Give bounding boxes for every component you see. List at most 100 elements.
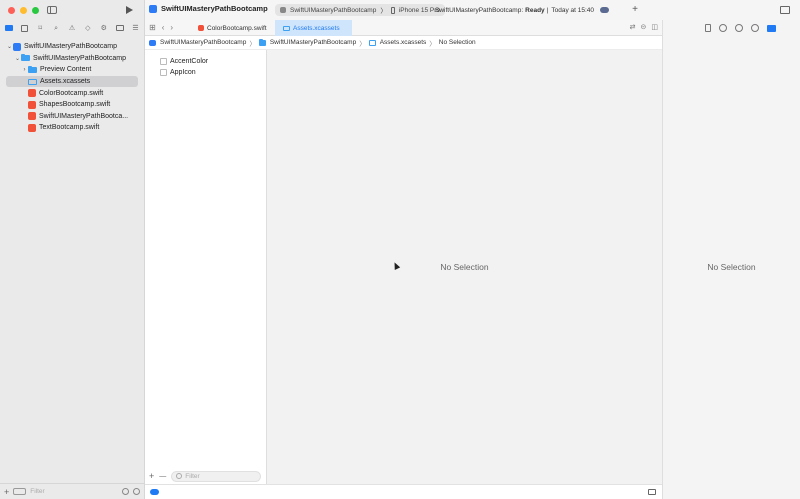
scheme-name: SwiftUIMasteryPathBootcamp	[290, 6, 377, 14]
inspector-toggle-icon[interactable]	[780, 5, 790, 14]
zoom-window-button[interactable]	[32, 7, 39, 14]
jump-item-assets[interactable]: Assets.xcassets	[380, 39, 427, 46]
debug-area-toggle-icon[interactable]	[150, 489, 159, 495]
project-title-label: SwiftUIMasteryPathBootcamp	[161, 4, 268, 13]
scheme-separator: 〉	[380, 8, 387, 15]
project-tree: ⌄ SwiftUIMasteryPathBootcamp ⌄ SwiftUIMa…	[0, 41, 144, 134]
jump-separator: 〉	[429, 40, 436, 48]
window-controls	[8, 7, 39, 14]
toolbar: SwiftUIMasteryPathBootcamp SwiftUIMaster…	[145, 0, 800, 20]
tree-item-file[interactable]: TextBootcamp.swift	[0, 122, 144, 134]
device-name[interactable]: iPhone 15 Pro	[399, 7, 440, 14]
forward-icon[interactable]: ›	[170, 23, 173, 32]
tree-item-label: Preview Content	[40, 66, 92, 74]
navigator-sidebar: ⌑ ⌕ ⚠ ◇ ⚙ ☰ ⌄ SwiftUIMasteryPathBootcamp…	[0, 0, 145, 499]
tree-item-label: SwiftUIMasteryPathBootcamp	[33, 54, 126, 62]
scheme-icon	[280, 7, 286, 13]
split-editor-icon[interactable]: ◫	[651, 23, 658, 31]
folder-icon	[28, 65, 37, 73]
chevron-down-icon[interactable]: ⌄	[6, 43, 13, 50]
tab-label: Assets.xcassets	[293, 24, 340, 32]
asset-item-app-icon[interactable]: AppIcon	[145, 67, 266, 77]
asset-filter-input[interactable]: Filter	[171, 470, 262, 482]
jump-item-group[interactable]: SwiftUIMasteryPathBootcamp	[270, 39, 356, 46]
tree-item-group[interactable]: ⌄ SwiftUIMasteryPathBootcamp	[0, 53, 144, 65]
tree-item-assets[interactable]: Assets.xcassets	[6, 75, 138, 88]
debug-navigator-icon[interactable]: ⚙	[99, 24, 108, 33]
identity-inspector-icon[interactable]	[751, 24, 759, 32]
jump-bar: SwiftUIMasteryPathBootcamp 〉 SwiftUIMast…	[145, 36, 662, 50]
inspector-empty-state: No Selection	[707, 262, 756, 272]
navigator-filter-input[interactable]: Filter	[30, 488, 118, 495]
test-navigator-icon[interactable]: ◇	[83, 24, 92, 33]
asset-catalog-icon	[283, 25, 290, 31]
attributes-inspector-icon[interactable]	[767, 24, 776, 32]
swift-file-icon	[28, 100, 36, 109]
close-window-button[interactable]	[8, 7, 15, 14]
chevron-down-icon[interactable]: ⌄	[14, 55, 21, 62]
tree-item-file[interactable]: ShapesBootcamp.swift	[0, 99, 144, 111]
help-inspector-icon[interactable]	[735, 24, 743, 32]
debug-layout-icon[interactable]	[648, 489, 656, 495]
add-file-button[interactable]: +	[4, 487, 9, 497]
chevron-right-icon[interactable]: ›	[21, 67, 28, 73]
tab-color-bootcamp[interactable]: ColorBootcamp.swift	[190, 20, 275, 36]
find-navigator-icon[interactable]: ⌕	[52, 24, 61, 33]
editor-tab-bar: ⊞ ‹ › ColorBootcamp.swift Assets.xcasset…	[145, 20, 662, 36]
minimize-window-button[interactable]	[20, 7, 27, 14]
tree-item-preview-content[interactable]: › Preview Content	[0, 64, 144, 76]
app-project-icon	[149, 39, 156, 46]
navigator-filter-bar: + Filter	[0, 483, 144, 499]
jump-item-project[interactable]: SwiftUIMasteryPathBootcamp	[160, 39, 246, 46]
tree-item-project[interactable]: ⌄ SwiftUIMasteryPathBootcamp	[0, 41, 144, 53]
asset-item-accent-color[interactable]: AccentColor	[145, 56, 266, 66]
jump-item-selection[interactable]: No Selection	[439, 39, 476, 46]
project-navigator-icon[interactable]	[4, 24, 13, 33]
jump-separator: 〉	[359, 40, 366, 48]
add-asset-button[interactable]: +	[149, 471, 154, 481]
filter-options-icon[interactable]	[13, 488, 27, 495]
report-navigator-icon[interactable]: ☰	[131, 24, 140, 33]
tree-item-label: ColorBootcamp.swift	[39, 89, 104, 97]
add-tab-button[interactable]: +	[632, 4, 638, 15]
inspector-pane: No Selection	[662, 20, 800, 499]
editor-empty-state: No Selection	[440, 262, 489, 272]
tree-item-label: Assets.xcassets	[40, 78, 91, 86]
back-icon[interactable]: ‹	[162, 23, 165, 32]
file-inspector-icon[interactable]	[705, 24, 711, 32]
grid-icon[interactable]: ⊞	[149, 23, 156, 32]
device-icon	[390, 6, 395, 14]
tree-item-file[interactable]: SwiftUIMasteryPathBootca...	[0, 111, 144, 123]
source-control-filter-icon[interactable]	[133, 488, 140, 495]
scheme-selector[interactable]: SwiftUIMasteryPathBootcamp 〉 iPhone 15 P…	[275, 4, 446, 16]
tree-item-file[interactable]: ColorBootcamp.swift	[0, 87, 144, 99]
bookmark-navigator-icon[interactable]: ⌑	[36, 24, 45, 33]
tab-label: ColorBootcamp.swift	[207, 24, 267, 32]
tree-item-label: SwiftUIMasteryPathBootcamp	[24, 43, 117, 51]
sidebar-toggle-icon[interactable]	[47, 6, 57, 14]
folder-icon	[21, 54, 30, 62]
recent-files-icon[interactable]	[122, 488, 129, 495]
toolbar-right-controls: +	[632, 4, 790, 15]
source-control-navigator-icon[interactable]	[20, 24, 29, 33]
asset-list-bottom-bar: + — Filter	[145, 468, 266, 484]
run-icon[interactable]	[126, 6, 133, 14]
related-items-icon[interactable]: ⇄	[630, 23, 636, 31]
tree-item-label: SwiftUIMasteryPathBootca...	[39, 112, 129, 120]
inspector-selector-bar	[705, 24, 776, 32]
debug-area-bar	[145, 484, 662, 499]
filter-icon	[176, 473, 183, 479]
swift-file-icon	[28, 123, 36, 132]
folder-icon	[258, 38, 266, 46]
navigator-selector-bar: ⌑ ⌕ ⚠ ◇ ⚙ ☰	[4, 23, 140, 33]
tab-navigation: ⊞ ‹ ›	[149, 23, 173, 32]
remove-asset-button[interactable]: —	[159, 473, 166, 480]
issue-navigator-icon[interactable]: ⚠	[68, 24, 77, 33]
history-inspector-icon[interactable]	[719, 24, 727, 32]
breakpoint-navigator-icon[interactable]	[115, 24, 124, 33]
jump-separator: 〉	[249, 40, 256, 48]
asset-filter-placeholder: Filter	[185, 472, 200, 480]
cloud-icon[interactable]	[600, 7, 609, 13]
tab-assets[interactable]: Assets.xcassets	[275, 20, 352, 36]
editor-options-icon[interactable]: ⊝	[641, 23, 647, 31]
